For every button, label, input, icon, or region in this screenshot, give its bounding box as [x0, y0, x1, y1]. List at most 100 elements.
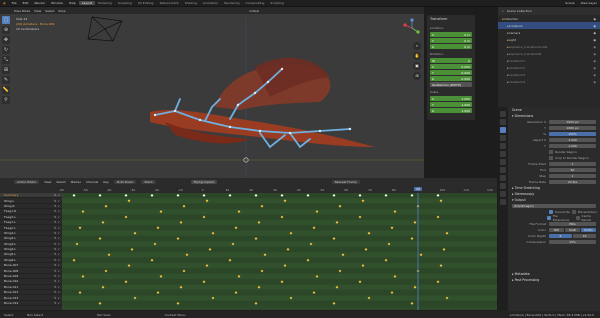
- channel-toggle-icon[interactable]: ✎ ✓: [54, 285, 60, 289]
- channel-toggle-icon[interactable]: ✎ ✓: [54, 290, 60, 294]
- view-layer-tab-icon[interactable]: [500, 135, 506, 141]
- visibility-eye-icon[interactable]: ◉: [593, 38, 596, 42]
- rotation-mode-select[interactable]: Quaternion (WXYZ): [430, 82, 472, 87]
- outliner-item[interactable]: ▸ transform2 ◉: [498, 64, 600, 71]
- zoom-icon[interactable]: ⌕: [413, 42, 421, 50]
- channel-toggle-icon[interactable]: ✎ ✓: [54, 226, 60, 230]
- outliner-item[interactable]: ▸ explosion_transformA.001 ◉: [498, 43, 600, 50]
- constraint-tab-icon[interactable]: [500, 183, 506, 189]
- render-region-checkbox[interactable]: [549, 150, 553, 154]
- workspace-tab-animation[interactable]: Animation: [200, 1, 221, 5]
- visibility-eye-icon[interactable]: ◉: [593, 80, 596, 84]
- menu-render[interactable]: Render: [31, 1, 48, 5]
- crop-checkbox[interactable]: [549, 156, 553, 160]
- color-rgba-button[interactable]: RGBA: [581, 227, 596, 233]
- outliner-item[interactable]: ▸ Armature ◉: [498, 22, 600, 29]
- workspace-tab-texture-paint[interactable]: Texture Paint: [156, 1, 181, 5]
- channel-toggle-icon[interactable]: ✎ ✓: [54, 193, 60, 197]
- data-tab-icon[interactable]: [500, 191, 506, 197]
- cache-result-checkbox[interactable]: [575, 216, 580, 220]
- scale-x-field[interactable]: X 1.000: [430, 96, 472, 101]
- visibility-eye-icon[interactable]: ◉: [593, 52, 596, 56]
- outliner-item[interactable]: ▸ explosion_transformB ◉: [498, 50, 600, 57]
- menu-select[interactable]: Select: [56, 180, 65, 184]
- menu-channel[interactable]: Channel: [86, 180, 98, 184]
- channel-toggle-icon[interactable]: ✎ ✓: [54, 215, 60, 219]
- visibility-eye-icon[interactable]: ◉: [593, 24, 596, 28]
- frame-ruler[interactable]: -60-50-40-30-20-100102030405060708090100…: [0, 186, 497, 193]
- blender-logo-icon[interactable]: ◉: [0, 1, 9, 5]
- select-box-icon[interactable]: ▢: [2, 16, 10, 24]
- snap-mode-select[interactable]: Nearest Frame: [331, 180, 360, 184]
- rotate-icon[interactable]: ↻: [2, 46, 10, 54]
- visibility-eye-icon[interactable]: ◉: [593, 31, 596, 35]
- channel-toggle-icon[interactable]: ✎ ✓: [54, 204, 60, 208]
- channel-toggle-icon[interactable]: ✎ ✓: [54, 220, 60, 224]
- 3d-viewport[interactable]: [0, 7, 424, 178]
- aspect-y-field[interactable]: 1.000: [549, 143, 596, 149]
- rotation-y-field[interactable]: Y 0.000: [430, 70, 472, 75]
- output-tab-icon[interactable]: [500, 127, 506, 133]
- scale-y-field[interactable]: Y 1.000: [430, 102, 472, 107]
- filter-icon[interactable]: ⌕: [502, 9, 504, 13]
- physics-tab-icon[interactable]: [500, 175, 506, 181]
- keyframe-area[interactable]: [62, 193, 497, 310]
- scale-icon[interactable]: ⤡: [2, 56, 10, 64]
- navigation-gizmo-icon[interactable]: [402, 18, 422, 38]
- depth-16-button[interactable]: 16: [573, 233, 596, 239]
- outliner-item[interactable]: ▸ Collection ◉: [498, 15, 600, 22]
- frame-start-field[interactable]: 1: [549, 161, 596, 167]
- menu-view[interactable]: View: [44, 180, 51, 184]
- channel-toggle-icon[interactable]: ✎ ✓: [54, 209, 60, 213]
- scene-selector[interactable]: Scene: [562, 1, 577, 5]
- menu-key[interactable]: Key: [103, 180, 108, 184]
- rotation-w-field[interactable]: W0: [430, 58, 472, 63]
- scene-tab-icon[interactable]: [500, 143, 506, 149]
- mode-selector[interactable]: Pose Mode: [14, 9, 30, 13]
- stash-button[interactable]: Stash: [141, 180, 156, 184]
- measure-icon[interactable]: 📏: [2, 86, 10, 94]
- channel-toggle-icon[interactable]: ✎ ✓: [54, 231, 60, 235]
- dragon-mesh[interactable]: [150, 57, 375, 147]
- outliner-item[interactable]: ▸ Camera ◉: [498, 29, 600, 36]
- object-tab-icon[interactable]: [500, 159, 506, 165]
- action-name-field[interactable]: Flying.copied: [190, 180, 217, 184]
- grid-view-icon[interactable]: ⊞: [413, 72, 421, 80]
- menu-pose[interactable]: Pose: [58, 9, 65, 13]
- world-tab-icon[interactable]: [500, 151, 506, 157]
- pose-tool-icon[interactable]: ⚲: [2, 96, 10, 104]
- channel-toggle-icon[interactable]: ✎ ✓: [54, 301, 60, 305]
- channel-row[interactable]: Bone.014 ✎ ✓: [0, 301, 62, 307]
- menu-view[interactable]: View: [34, 9, 41, 13]
- transform-orientation[interactable]: Global: [249, 9, 259, 13]
- menu-window[interactable]: Window: [48, 1, 66, 5]
- modifier-tab-icon[interactable]: [500, 167, 506, 173]
- tool-tab-icon[interactable]: [500, 111, 506, 117]
- workspace-tab-sculpting[interactable]: Sculpting: [115, 1, 135, 5]
- depth-8-button[interactable]: 8: [549, 233, 572, 239]
- annotate-icon[interactable]: ✎: [2, 76, 10, 84]
- view-layer-selector[interactable]: View Layer: [578, 1, 600, 5]
- channel-toggle-icon[interactable]: ✎ ✓: [54, 279, 60, 283]
- visibility-eye-icon[interactable]: ◉: [593, 17, 596, 21]
- channel-toggle-icon[interactable]: ✎ ✓: [54, 242, 60, 246]
- resolution-x-field[interactable]: 1920 px: [549, 119, 596, 125]
- visibility-eye-icon[interactable]: ◉: [593, 66, 596, 70]
- cursor-icon[interactable]: ⊕: [2, 26, 10, 34]
- file-extensions-checkbox[interactable]: [546, 216, 551, 220]
- workspace-tab-rendering[interactable]: Rendering: [221, 1, 242, 5]
- channel-toggle-icon[interactable]: ✎ ✓: [54, 296, 60, 300]
- current-frame-indicator[interactable]: 29: [414, 186, 422, 191]
- menu-file[interactable]: File: [9, 1, 20, 5]
- rotation-x-field[interactable]: X 0.000: [430, 64, 472, 69]
- aspect-x-field[interactable]: 1.000: [549, 137, 596, 143]
- location-y-field[interactable]: Y0 m: [430, 38, 472, 43]
- workspace-tab-shading[interactable]: Shading: [182, 1, 200, 5]
- menu-marker[interactable]: Marker: [71, 180, 81, 184]
- render-tab-icon[interactable]: [500, 119, 506, 125]
- pan-hand-icon[interactable]: ✋: [413, 52, 421, 60]
- editor-mode-select[interactable]: Action Editor: [14, 180, 40, 184]
- menu-edit[interactable]: Edit: [20, 1, 32, 5]
- outliner-item[interactable]: ▸ transform4 ◉: [498, 78, 600, 85]
- rotation-z-field[interactable]: Z 0.000: [430, 76, 472, 81]
